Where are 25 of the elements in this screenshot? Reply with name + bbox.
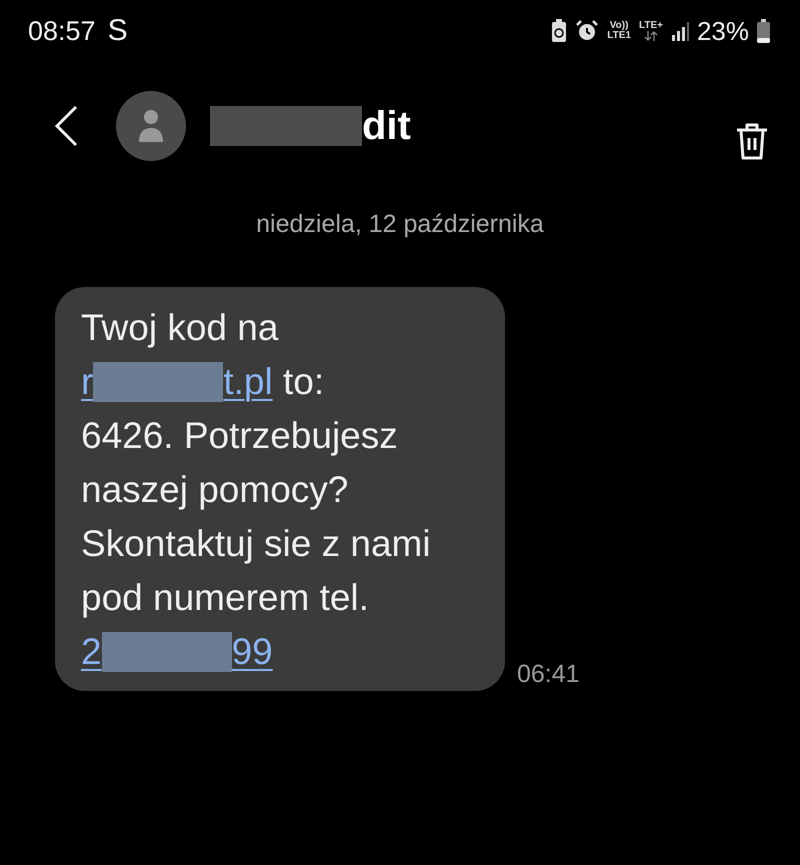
message-time: 06:41 (517, 660, 580, 689)
network-type: LTE+ (638, 21, 663, 31)
message-text: Skontaktuj sie z nami (81, 522, 431, 566)
contact-name: dit (362, 104, 411, 148)
volte-indicator: Vo)) LTE1 (607, 21, 631, 41)
carrier-mark: S (108, 14, 128, 48)
message-link[interactable]: 2 (81, 625, 102, 679)
message-text: pod numerem tel. (81, 576, 369, 620)
battery-icon (757, 19, 770, 43)
message-text: Twoj kod na (81, 306, 278, 350)
message-text: 6426. Potrzebujesz (81, 414, 398, 458)
clock-time: 08:57 (28, 16, 96, 46)
back-button[interactable] (52, 104, 80, 148)
delete-icon[interactable] (734, 121, 770, 161)
data-arrows-icon (644, 31, 658, 41)
message-text: naszej pomocy? (81, 468, 348, 512)
battery-percent: 23% (696, 16, 749, 46)
date-separator: niedziela, 12 października (255, 210, 545, 239)
alarm-icon (575, 19, 600, 43)
battery-saver-icon (551, 19, 568, 43)
message-link[interactable]: r (81, 355, 94, 409)
signal-icon (670, 20, 689, 42)
message-link[interactable]: t.pl (223, 355, 273, 409)
message-link[interactable]: 99 (232, 625, 273, 679)
message-text: to: (282, 360, 324, 404)
